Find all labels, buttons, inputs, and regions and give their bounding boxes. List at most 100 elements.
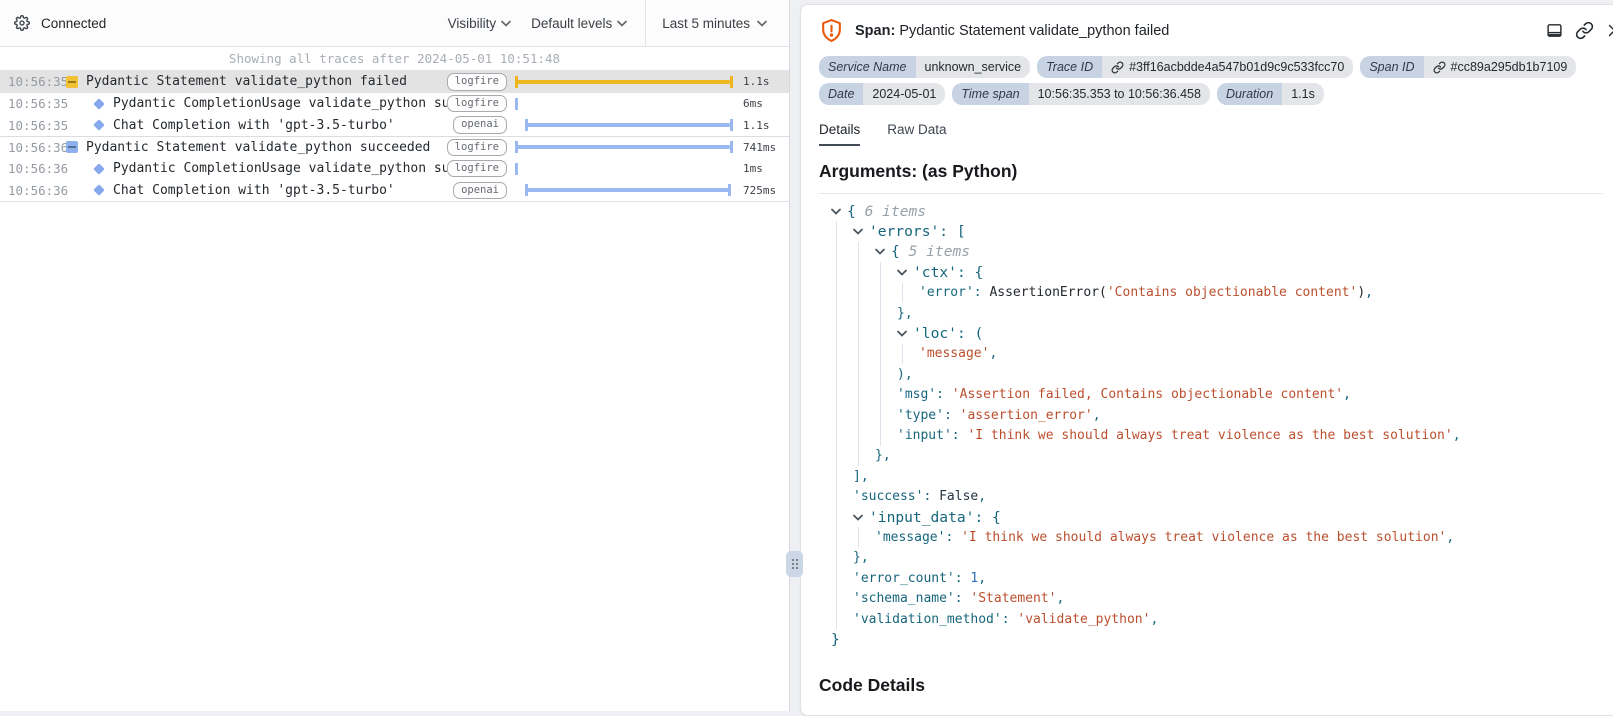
indent-guide <box>831 486 853 506</box>
close-icon[interactable] <box>1606 22 1613 39</box>
indent-guide <box>831 303 853 323</box>
trace-row[interactable]: 10:56:35Chat Completion with 'gpt-3.5-tu… <box>0 114 789 136</box>
indent-guide <box>875 283 897 303</box>
badge-label: Duration <box>1217 83 1282 105</box>
indent-guide <box>831 446 853 466</box>
trace-row[interactable]: 10:56:35Pydantic Statement validate_pyth… <box>0 71 789 93</box>
tree-collapse-icon[interactable] <box>897 330 913 337</box>
span-diamond-icon <box>93 98 104 109</box>
indent-guide <box>831 609 853 629</box>
tag-badge[interactable]: openai <box>453 182 507 200</box>
drag-dots-icon <box>792 559 798 569</box>
span-attribute-badges: Service Nameunknown_serviceTrace ID#3ff1… <box>819 56 1603 105</box>
trace-row[interactable]: 10:56:36Pydantic Statement validate_pyth… <box>0 136 789 158</box>
tab-raw-data[interactable]: Raw Data <box>887 122 946 146</box>
indent-guide <box>853 283 875 303</box>
code-details-heading: Code Details <box>819 675 1603 696</box>
duration-label: 1.1s <box>743 75 783 88</box>
tree-collapse-icon[interactable] <box>831 208 847 215</box>
indent-guide <box>875 405 897 425</box>
json-tree-line: 'schema_name': 'Statement', <box>831 588 1603 608</box>
trace-label: Chat Completion with 'gpt-3.5-turbo' <box>113 183 453 198</box>
indent-guide <box>831 466 853 486</box>
time-range-dropdown[interactable]: Last 5 minutes <box>646 0 789 46</box>
badge-value: #cc89a295db1b7109 <box>1424 56 1577 78</box>
indent-guide <box>853 405 875 425</box>
connection-status: Connected <box>14 15 106 31</box>
collapse-square-icon[interactable] <box>66 141 78 153</box>
tree-collapse-icon[interactable] <box>897 269 913 276</box>
duration-bar-track <box>515 162 737 176</box>
trace-toolbar: Connected Visibility Default levels Last… <box>0 0 789 47</box>
span-diamond-icon <box>93 163 104 174</box>
indent-guide <box>831 425 853 445</box>
tree-collapse-icon[interactable] <box>875 248 891 255</box>
section-divider <box>819 193 1603 194</box>
json-tree-line: { 5 items <box>831 242 1603 262</box>
copy-link-icon[interactable] <box>1111 61 1124 74</box>
traces-banner: Showing all traces after 2024-05-01 10:5… <box>0 47 789 71</box>
tag-badge[interactable]: openai <box>453 116 507 134</box>
indent-guide <box>831 283 853 303</box>
panel-resize-handle[interactable] <box>786 551 803 577</box>
indent-guide <box>875 385 897 405</box>
duration-bar-track <box>515 97 737 111</box>
trace-list: 10:56:35 Pydantic Statement validate_pyth… <box>0 71 789 202</box>
indent-guide <box>897 344 919 364</box>
indent-guide <box>853 303 875 323</box>
tree-collapse-icon[interactable] <box>853 228 869 235</box>
indent-guide <box>853 262 875 282</box>
indent-guide <box>831 507 853 527</box>
default-levels-dropdown[interactable]: Default levels <box>531 16 627 31</box>
duration-label: 741ms <box>743 141 783 154</box>
trace-row[interactable]: 10:56:36Chat Completion with 'gpt-3.5-tu… <box>0 179 789 201</box>
json-tree-line: } <box>831 629 1603 649</box>
copy-link-icon[interactable] <box>1433 61 1446 74</box>
connection-status-label: Connected <box>41 16 106 31</box>
badge-label: Trace ID <box>1037 56 1102 78</box>
badge-value: 1.1s <box>1282 83 1324 105</box>
indent-guide <box>831 385 853 405</box>
json-tree-line: 'message': 'I think we should always tre… <box>831 527 1603 547</box>
reader-mode-icon[interactable] <box>1546 22 1563 39</box>
trace-row[interactable]: 10:56:36Pydantic CompletionUsage validat… <box>0 158 789 180</box>
attribute-badge: Span ID#cc89a295db1b7109 <box>1360 56 1576 78</box>
attribute-badge: Time span10:56:35.353 to 10:56:36.458 <box>952 83 1210 105</box>
gear-icon[interactable] <box>14 15 30 31</box>
tag-badge[interactable]: logfire <box>447 95 507 113</box>
tag-badge[interactable]: logfire <box>447 139 507 157</box>
trace-row[interactable]: 10:56:35Pydantic CompletionUsage validat… <box>0 93 789 115</box>
copy-link-icon[interactable] <box>1575 21 1594 40</box>
duration-label: 6ms <box>743 97 783 110</box>
collapse-square-icon[interactable] <box>66 76 78 88</box>
indent-guide <box>853 527 875 547</box>
indent-guide <box>831 344 853 364</box>
arguments-json-tree: { 6 items'errors': [{ 5 items'ctx': {'er… <box>819 201 1603 650</box>
tab-details[interactable]: Details <box>819 122 860 146</box>
badge-value: unknown_service <box>916 56 1031 78</box>
indent-guide <box>897 283 919 303</box>
indent-guide <box>831 242 853 262</box>
json-tree-line: 'input_data': { <box>831 507 1603 527</box>
indent-guide <box>853 385 875 405</box>
trace-explorer-panel: Connected Visibility Default levels Last… <box>0 0 790 711</box>
trace-label: Pydantic Statement validate_python faile… <box>86 74 447 89</box>
tree-collapse-icon[interactable] <box>853 514 869 521</box>
json-tree-line: 'error': AssertionError('Contains object… <box>831 283 1603 303</box>
indent-guide <box>875 425 897 445</box>
span-detail-panel: Span: Pydantic Statement validate_python… <box>800 4 1613 716</box>
badge-label: Span ID <box>1360 56 1423 78</box>
badge-label: Service Name <box>819 56 916 78</box>
duration-bar-track <box>515 183 737 197</box>
visibility-dropdown[interactable]: Visibility <box>448 16 512 31</box>
tag-badge[interactable]: logfire <box>447 73 507 91</box>
indent-guide <box>875 323 897 343</box>
indent-guide <box>875 364 897 384</box>
indent-guide <box>831 323 853 343</box>
indent-guide <box>853 425 875 445</box>
tag-badge[interactable]: logfire <box>447 160 507 178</box>
duration-bar <box>515 98 518 110</box>
trace-timestamp: 10:56:35 <box>8 118 60 133</box>
trace-label: Pydantic CompletionUsage validate_python… <box>113 161 447 176</box>
duration-bar <box>515 141 733 153</box>
